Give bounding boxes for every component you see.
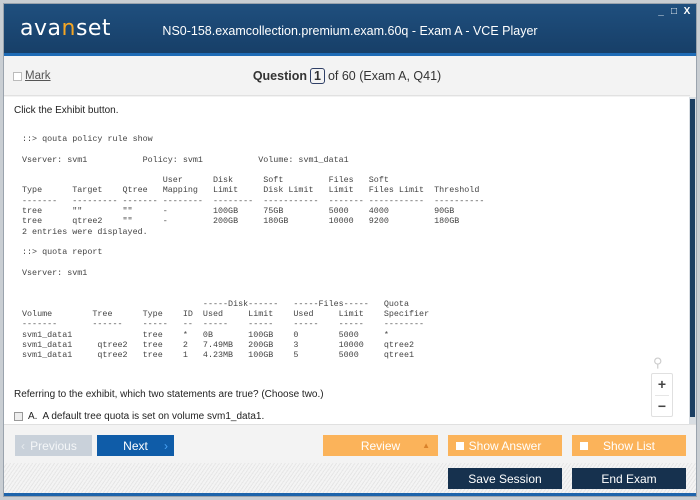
zoom-in-button[interactable]: + <box>652 374 672 395</box>
triangle-up-icon: ▲ <box>422 441 430 450</box>
zoom-controls: + − <box>651 373 673 417</box>
maximize-icon[interactable]: □ <box>669 6 679 17</box>
save-session-button[interactable]: Save Session <box>448 468 562 489</box>
answer-option-a[interactable]: A. A default tree quota is set on volume… <box>14 411 264 422</box>
question-number-input[interactable]: 1 <box>309 68 325 84</box>
question-suffix: of 60 (Exam A, Q41) <box>327 69 442 83</box>
checkbox-icon <box>580 441 588 450</box>
option-letter: A. <box>28 411 38 422</box>
previous-label: Previous <box>30 438 77 453</box>
app-window: avanset NS0-158.examcollection.premium.e… <box>3 3 697 497</box>
minimize-icon[interactable]: _ <box>656 6 666 17</box>
next-button[interactable]: Next › <box>97 435 174 456</box>
scrollbar-thumb[interactable] <box>690 99 695 417</box>
title-bar: avanset NS0-158.examcollection.premium.e… <box>4 4 696 56</box>
end-exam-button[interactable]: End Exam <box>572 468 686 489</box>
question-text: Referring to the exhibit, which two stat… <box>14 389 324 400</box>
instruction-text: Click the Exhibit button. <box>14 105 119 116</box>
chevron-right-icon: › <box>164 438 168 453</box>
checkbox-icon <box>456 441 464 450</box>
review-button[interactable]: Review ▲ <box>323 435 438 456</box>
exhibit-output: ::> qouta policy rule show Vserver: svm1… <box>22 134 485 361</box>
question-indicator: Question 1 of 60 (Exam A, Q41) <box>4 68 690 84</box>
chevron-left-icon: ‹ <box>21 438 25 453</box>
option-text: A default tree quota is set on volume sv… <box>42 411 265 422</box>
window-title: NS0-158.examcollection.premium.exam.60q … <box>162 24 538 38</box>
content-scrollbar[interactable] <box>689 97 696 424</box>
option-checkbox[interactable] <box>14 412 23 421</box>
show-list-label: Show List <box>602 438 656 453</box>
zoom-out-button[interactable]: − <box>652 396 672 417</box>
window-controls: _ □ X <box>656 6 692 17</box>
close-icon[interactable]: X <box>682 6 692 17</box>
question-header: Mark Question 1 of 60 (Exam A, Q41) <box>4 56 690 96</box>
question-content: Click the Exhibit button. ::> qouta poli… <box>4 97 690 424</box>
review-label: Review <box>360 438 401 453</box>
next-label: Next <box>123 438 148 453</box>
previous-button[interactable]: ‹ Previous <box>15 435 92 456</box>
show-list-button[interactable]: Show List <box>572 435 686 456</box>
show-answer-button[interactable]: Show Answer <box>448 435 562 456</box>
footer-bar: Save Session End Exam <box>4 463 696 496</box>
magnifier-icon: ⚲ <box>653 355 663 370</box>
question-label: Question <box>252 69 307 83</box>
show-answer-label: Show Answer <box>468 438 542 453</box>
navigation-bar: ‹ Previous Next › Review ▲ Show Answer S… <box>4 424 696 463</box>
